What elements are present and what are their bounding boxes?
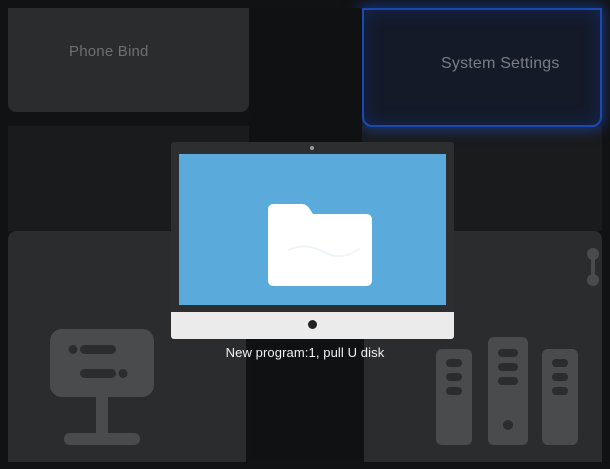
- usb-program-dialog: [171, 142, 454, 339]
- monitor-bezel: [171, 142, 454, 312]
- system-settings-tile[interactable]: System Settings: [362, 8, 602, 127]
- power-button-icon: [308, 320, 317, 329]
- monitor-screen: [179, 154, 446, 305]
- phone-bind-label: Phone Bind: [69, 43, 149, 60]
- phone-bind-tile[interactable]: Phone Bind: [8, 8, 249, 112]
- share-node-icon: [587, 248, 599, 286]
- camera-dot: [310, 146, 314, 150]
- monitor-chin: [171, 312, 454, 339]
- dialog-message: New program:1, pull U disk: [225, 345, 385, 360]
- folder-icon: [268, 204, 372, 286]
- system-settings-label: System Settings: [441, 55, 560, 72]
